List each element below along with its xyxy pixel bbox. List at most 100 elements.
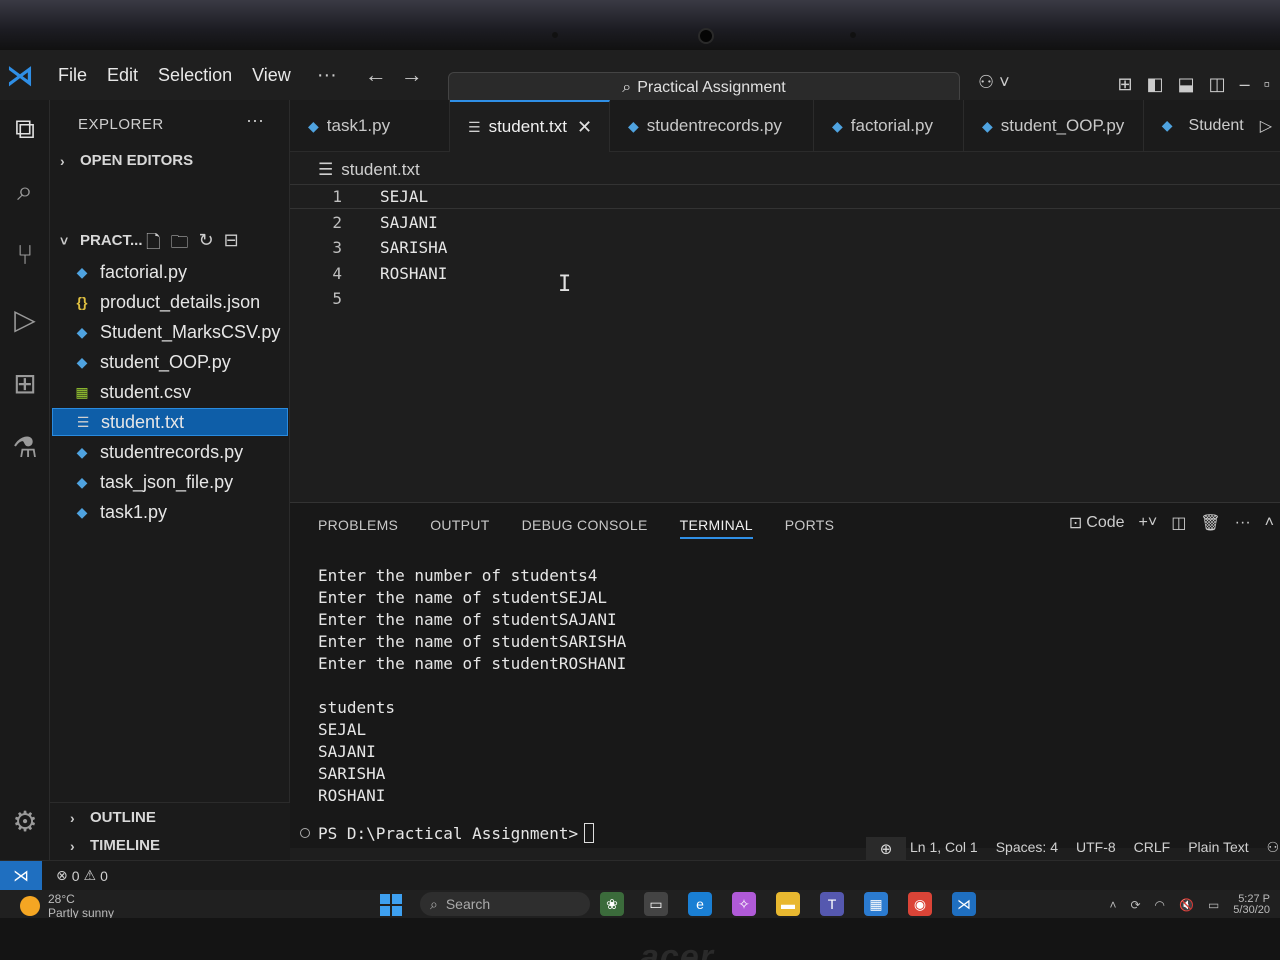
remote-indicator-icon[interactable]: ⋊ [0, 860, 42, 891]
more-menu-icon[interactable]: ··· [317, 64, 337, 87]
system-clock[interactable]: 5:27 P 5/30/20 [1233, 894, 1270, 916]
taskbar-search[interactable]: ⌕ Search [420, 892, 590, 916]
vscode-taskbar-icon[interactable]: ⋊ [952, 892, 976, 916]
file-item-student-csv[interactable]: ▦ student.csv [52, 378, 288, 406]
file-item-student-oop[interactable]: ◆ student_OOP.py [52, 348, 288, 376]
editor-line[interactable]: 2 SAJANI [290, 210, 1280, 235]
encoding[interactable]: UTF-8 [1076, 839, 1116, 856]
timeline-section[interactable]: › TIMELINE [70, 837, 160, 854]
run-debug-icon[interactable]: ▷ [0, 294, 50, 344]
tray-chevron-up-icon[interactable]: ˄ [1109, 898, 1116, 912]
copilot-status-icon[interactable]: ⚇ [1267, 839, 1280, 856]
tab-task1[interactable]: ◆ task1.py [290, 100, 450, 152]
copilot-app-icon[interactable]: ✧ [732, 892, 756, 916]
extensions-icon[interactable]: ⊞ [0, 358, 50, 408]
menu-edit[interactable]: Edit [107, 65, 138, 86]
file-explorer-icon[interactable]: ▬ [776, 892, 800, 916]
widgets-icon[interactable]: ❀ [600, 892, 624, 916]
toggle-panel-icon[interactable]: ⬓ [1178, 74, 1195, 95]
file-item-task1[interactable]: ◆ task1.py [52, 498, 288, 526]
tab-student-txt[interactable]: ☰ student.txt ✕ [450, 100, 610, 152]
run-config-label[interactable]: Student [1189, 117, 1244, 135]
split-terminal-icon[interactable]: ◫ [1171, 513, 1186, 533]
file-item-task-json-file[interactable]: ◆ task_json_file.py [52, 468, 288, 496]
panel-tab-debug-console[interactable]: DEBUG CONSOLE [522, 517, 648, 539]
minimize-icon[interactable]: – [1240, 74, 1250, 95]
code-editor[interactable]: 1 SEJAL 2 SAJANI 3 SARISHA 4 ROSHANI 5 [290, 184, 1280, 500]
settings-gear-icon[interactable]: ⚙ [0, 796, 50, 846]
collapse-all-icon[interactable]: ⊟ [224, 230, 239, 260]
toggle-secondary-sidebar-icon[interactable]: ◫ [1209, 74, 1226, 95]
testing-flask-icon[interactable]: ⚗ [0, 422, 50, 472]
layout-customize-icon[interactable]: ⊞ [1117, 74, 1132, 95]
taskbar-search-label: Search [445, 896, 491, 912]
maximize-panel-icon[interactable]: ˄ [1265, 514, 1274, 532]
toggle-sidebar-icon[interactable]: ◧ [1147, 74, 1164, 95]
terminal-output[interactable]: Enter the number of students4 Enter the n… [318, 565, 626, 807]
edge-browser-icon[interactable]: e [688, 892, 712, 916]
cursor-position[interactable]: Ln 1, Col 1 [910, 839, 978, 856]
wifi-icon[interactable]: ◠ [1155, 898, 1165, 912]
language-mode[interactable]: Plain Text [1188, 839, 1248, 856]
task-view-icon[interactable]: ▭ [644, 892, 668, 916]
restore-icon[interactable]: ▫ [1264, 74, 1270, 95]
terminal-shell-label[interactable]: Code [1086, 514, 1124, 532]
zoom-icon[interactable]: ⊕ [866, 837, 906, 861]
refresh-icon[interactable]: ↻ [198, 230, 213, 260]
battery-icon[interactable]: ▭ [1208, 898, 1219, 912]
explorer-files-icon[interactable]: ⧉ [0, 104, 50, 154]
warning-count: 0 [100, 867, 108, 884]
folder-section[interactable]: ˅ PRACT... [60, 232, 143, 249]
editor-line[interactable]: 4 ROSHANI [290, 261, 1280, 286]
trash-icon[interactable]: 🗑 [1200, 513, 1220, 533]
tab-student-oop[interactable]: ◆ student_OOP.py [964, 100, 1144, 152]
tab-factorial[interactable]: ◆ factorial.py [814, 100, 964, 152]
open-editors-section[interactable]: › OPEN EDITORS [60, 152, 193, 169]
menu-selection[interactable]: Selection [158, 65, 232, 86]
editor-line[interactable]: 1 SEJAL [290, 184, 1280, 209]
file-item-student-marks-csv[interactable]: ◆ Student_MarksCSV.py [52, 318, 288, 346]
line-ending[interactable]: CRLF [1134, 839, 1171, 856]
panel-tab-output[interactable]: OUTPUT [430, 517, 489, 539]
new-terminal-icon[interactable]: +˅ [1139, 514, 1158, 532]
problems-summary[interactable]: ⊗ 0 ⚠ 0 [56, 867, 108, 884]
panel-tab-ports[interactable]: PORTS [785, 517, 834, 539]
editor-line[interactable]: 3 SARISHA [290, 235, 1280, 260]
python-icon: ◆ [76, 473, 88, 490]
close-icon[interactable]: ✕ [577, 117, 592, 138]
new-folder-icon[interactable]: 🗀 [170, 230, 188, 260]
run-icon[interactable]: ▷ [1260, 116, 1272, 136]
terminal-prompt[interactable]: PS D:\Practical Assignment> [300, 823, 595, 843]
windows-start-icon[interactable] [380, 894, 402, 916]
volume-muted-icon[interactable]: 🔇 [1179, 898, 1194, 912]
forward-arrow-icon[interactable]: → [401, 62, 423, 88]
teams-icon[interactable]: T [820, 892, 844, 916]
tab-studentrecords[interactable]: ◆ studentrecords.py [610, 100, 814, 152]
store-icon[interactable]: ▦ [864, 892, 888, 916]
terminal-cursor [584, 823, 595, 843]
back-arrow-icon[interactable]: ← [365, 62, 387, 88]
file-item-studentrecords[interactable]: ◆ studentrecords.py [52, 438, 288, 466]
weather-widget[interactable]: 28°C Partly sunny [20, 892, 114, 918]
panel-tab-problems[interactable]: PROBLEMS [318, 517, 398, 539]
menu-view[interactable]: View [252, 65, 291, 86]
menu-file[interactable]: File [58, 65, 87, 86]
breadcrumb-file[interactable]: student.txt [341, 160, 419, 180]
new-file-icon[interactable]: 🗋 [146, 230, 160, 260]
explorer-more-icon[interactable]: ··· [246, 110, 264, 131]
source-control-icon[interactable]: ⑂ [0, 230, 50, 280]
panel-tab-terminal[interactable]: TERMINAL [679, 517, 753, 539]
indentation[interactable]: Spaces: 4 [996, 839, 1058, 856]
outline-section[interactable]: › OUTLINE [70, 809, 156, 826]
search-icon[interactable]: ⌕ [0, 166, 50, 216]
line-number: 3 [332, 238, 342, 257]
file-item-student-txt[interactable]: ☰ student.txt [52, 408, 288, 436]
sync-icon[interactable]: ⟳ [1130, 898, 1140, 912]
file-item-factorial[interactable]: ◆ factorial.py [52, 258, 288, 286]
file-item-product-details[interactable]: {} product_details.json [52, 288, 288, 316]
panel-more-icon[interactable]: ··· [1235, 514, 1251, 532]
vscode-logo-icon: ⋊ [6, 59, 34, 91]
editor-line[interactable]: 5 [290, 286, 1280, 311]
copilot-icon[interactable]: ⚇ ˅ [978, 72, 1010, 93]
chrome-icon[interactable]: ◉ [908, 892, 932, 916]
